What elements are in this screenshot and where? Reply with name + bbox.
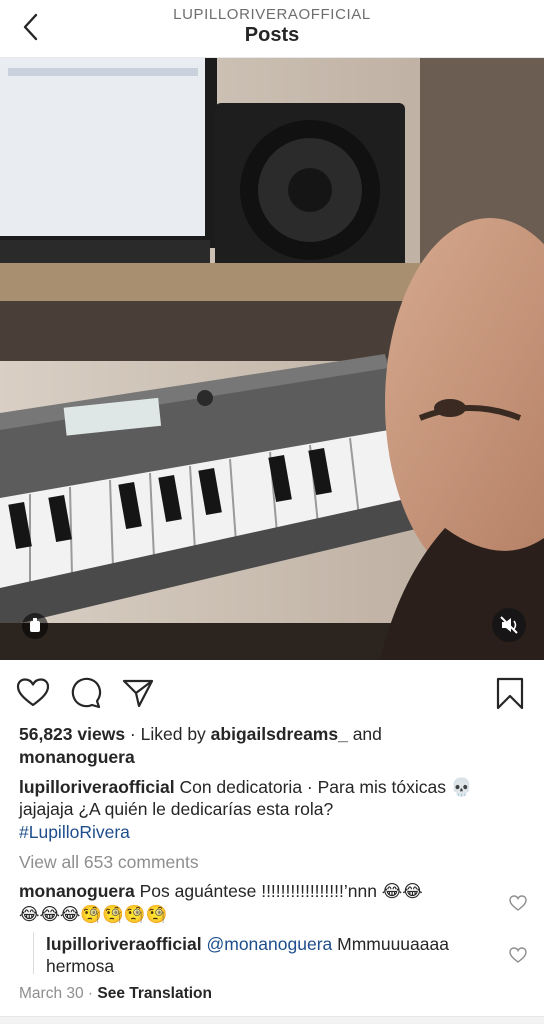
caption: lupilloriveraofficial Con dedicatoria · … xyxy=(19,776,473,798)
bottom-divider xyxy=(0,1016,544,1024)
top-nav-bar: LUPILLORIVERAOFFICIAL Posts xyxy=(0,0,544,58)
heart-icon[interactable] xyxy=(16,676,50,710)
reply: lupilloriveraofficial @monanoguera Mmmuu… xyxy=(46,933,449,955)
account-name: LUPILLORIVERAOFFICIAL xyxy=(173,6,371,23)
reply-text: Mmmuuuaaaa xyxy=(332,934,449,954)
reply-like-heart-icon[interactable] xyxy=(509,946,527,964)
comment-line-2: 😂😂😂🧐🧐🧐🧐 xyxy=(19,903,168,925)
liked-by-and: and xyxy=(347,724,382,744)
meta-separator: · xyxy=(83,985,98,1002)
reply-text-2: hermosa xyxy=(46,956,115,976)
reply-line-2: hermosa xyxy=(46,955,114,977)
liked-by-user[interactable]: abigailsdreams_ xyxy=(211,724,348,744)
see-translation-link[interactable]: See Translation xyxy=(97,985,212,1002)
comment-text-2: 😂😂😂🧐🧐🧐🧐 xyxy=(19,904,168,924)
comment-username[interactable]: monanoguera xyxy=(19,881,135,901)
reply-mention[interactable]: @monanoguera xyxy=(206,934,332,954)
video-frame xyxy=(0,58,544,660)
liked-by-user-2[interactable]: monanoguera xyxy=(19,747,135,767)
page-title: Posts xyxy=(244,24,300,46)
reply-username[interactable]: lupilloriveraofficial xyxy=(46,934,202,954)
view-all-comments-link[interactable]: View all 653 comments xyxy=(19,851,199,873)
liked-by-prefix: Liked by xyxy=(140,724,211,744)
caption-username[interactable]: lupilloriveraofficial xyxy=(19,777,175,797)
reply-thread-line xyxy=(33,932,34,974)
caption-text-2: jajajaja ¿A quién le dedicarías esta rol… xyxy=(19,799,334,819)
comment: monanoguera Pos aguántese !!!!!!!!!!!!!!… xyxy=(19,880,423,902)
caption-text: Con dedicatoria · Para mis tóxicas 💀 xyxy=(174,777,473,797)
caption-line-3: #LupilloRivera xyxy=(19,821,130,843)
post-action-bar xyxy=(0,672,544,712)
views-separator: · xyxy=(125,724,141,744)
bookmark-icon[interactable] xyxy=(494,676,528,710)
reel-icon xyxy=(22,613,48,639)
comment-text: Pos aguántese !!!!!!!!!!!!!!!!!’nnn 😂😂 xyxy=(134,881,423,901)
likes-line: 56,823 views · Liked by abigailsdreams_ … xyxy=(19,723,382,745)
caption-hashtag[interactable]: #LupilloRivera xyxy=(19,822,130,842)
share-icon[interactable] xyxy=(121,676,155,710)
views-count[interactable]: 56,823 views xyxy=(19,724,125,744)
comment-like-heart-icon[interactable] xyxy=(509,894,527,912)
muted-speaker-icon[interactable] xyxy=(492,608,526,642)
post-meta: March 30 · See Translation xyxy=(19,983,212,1005)
likes-line-2: monanoguera xyxy=(19,746,135,768)
post-date: March 30 xyxy=(19,985,84,1002)
caption-line-2: jajajaja ¿A quién le dedicarías esta rol… xyxy=(19,798,333,820)
post-video[interactable] xyxy=(0,58,544,660)
comment-icon[interactable] xyxy=(69,676,103,710)
